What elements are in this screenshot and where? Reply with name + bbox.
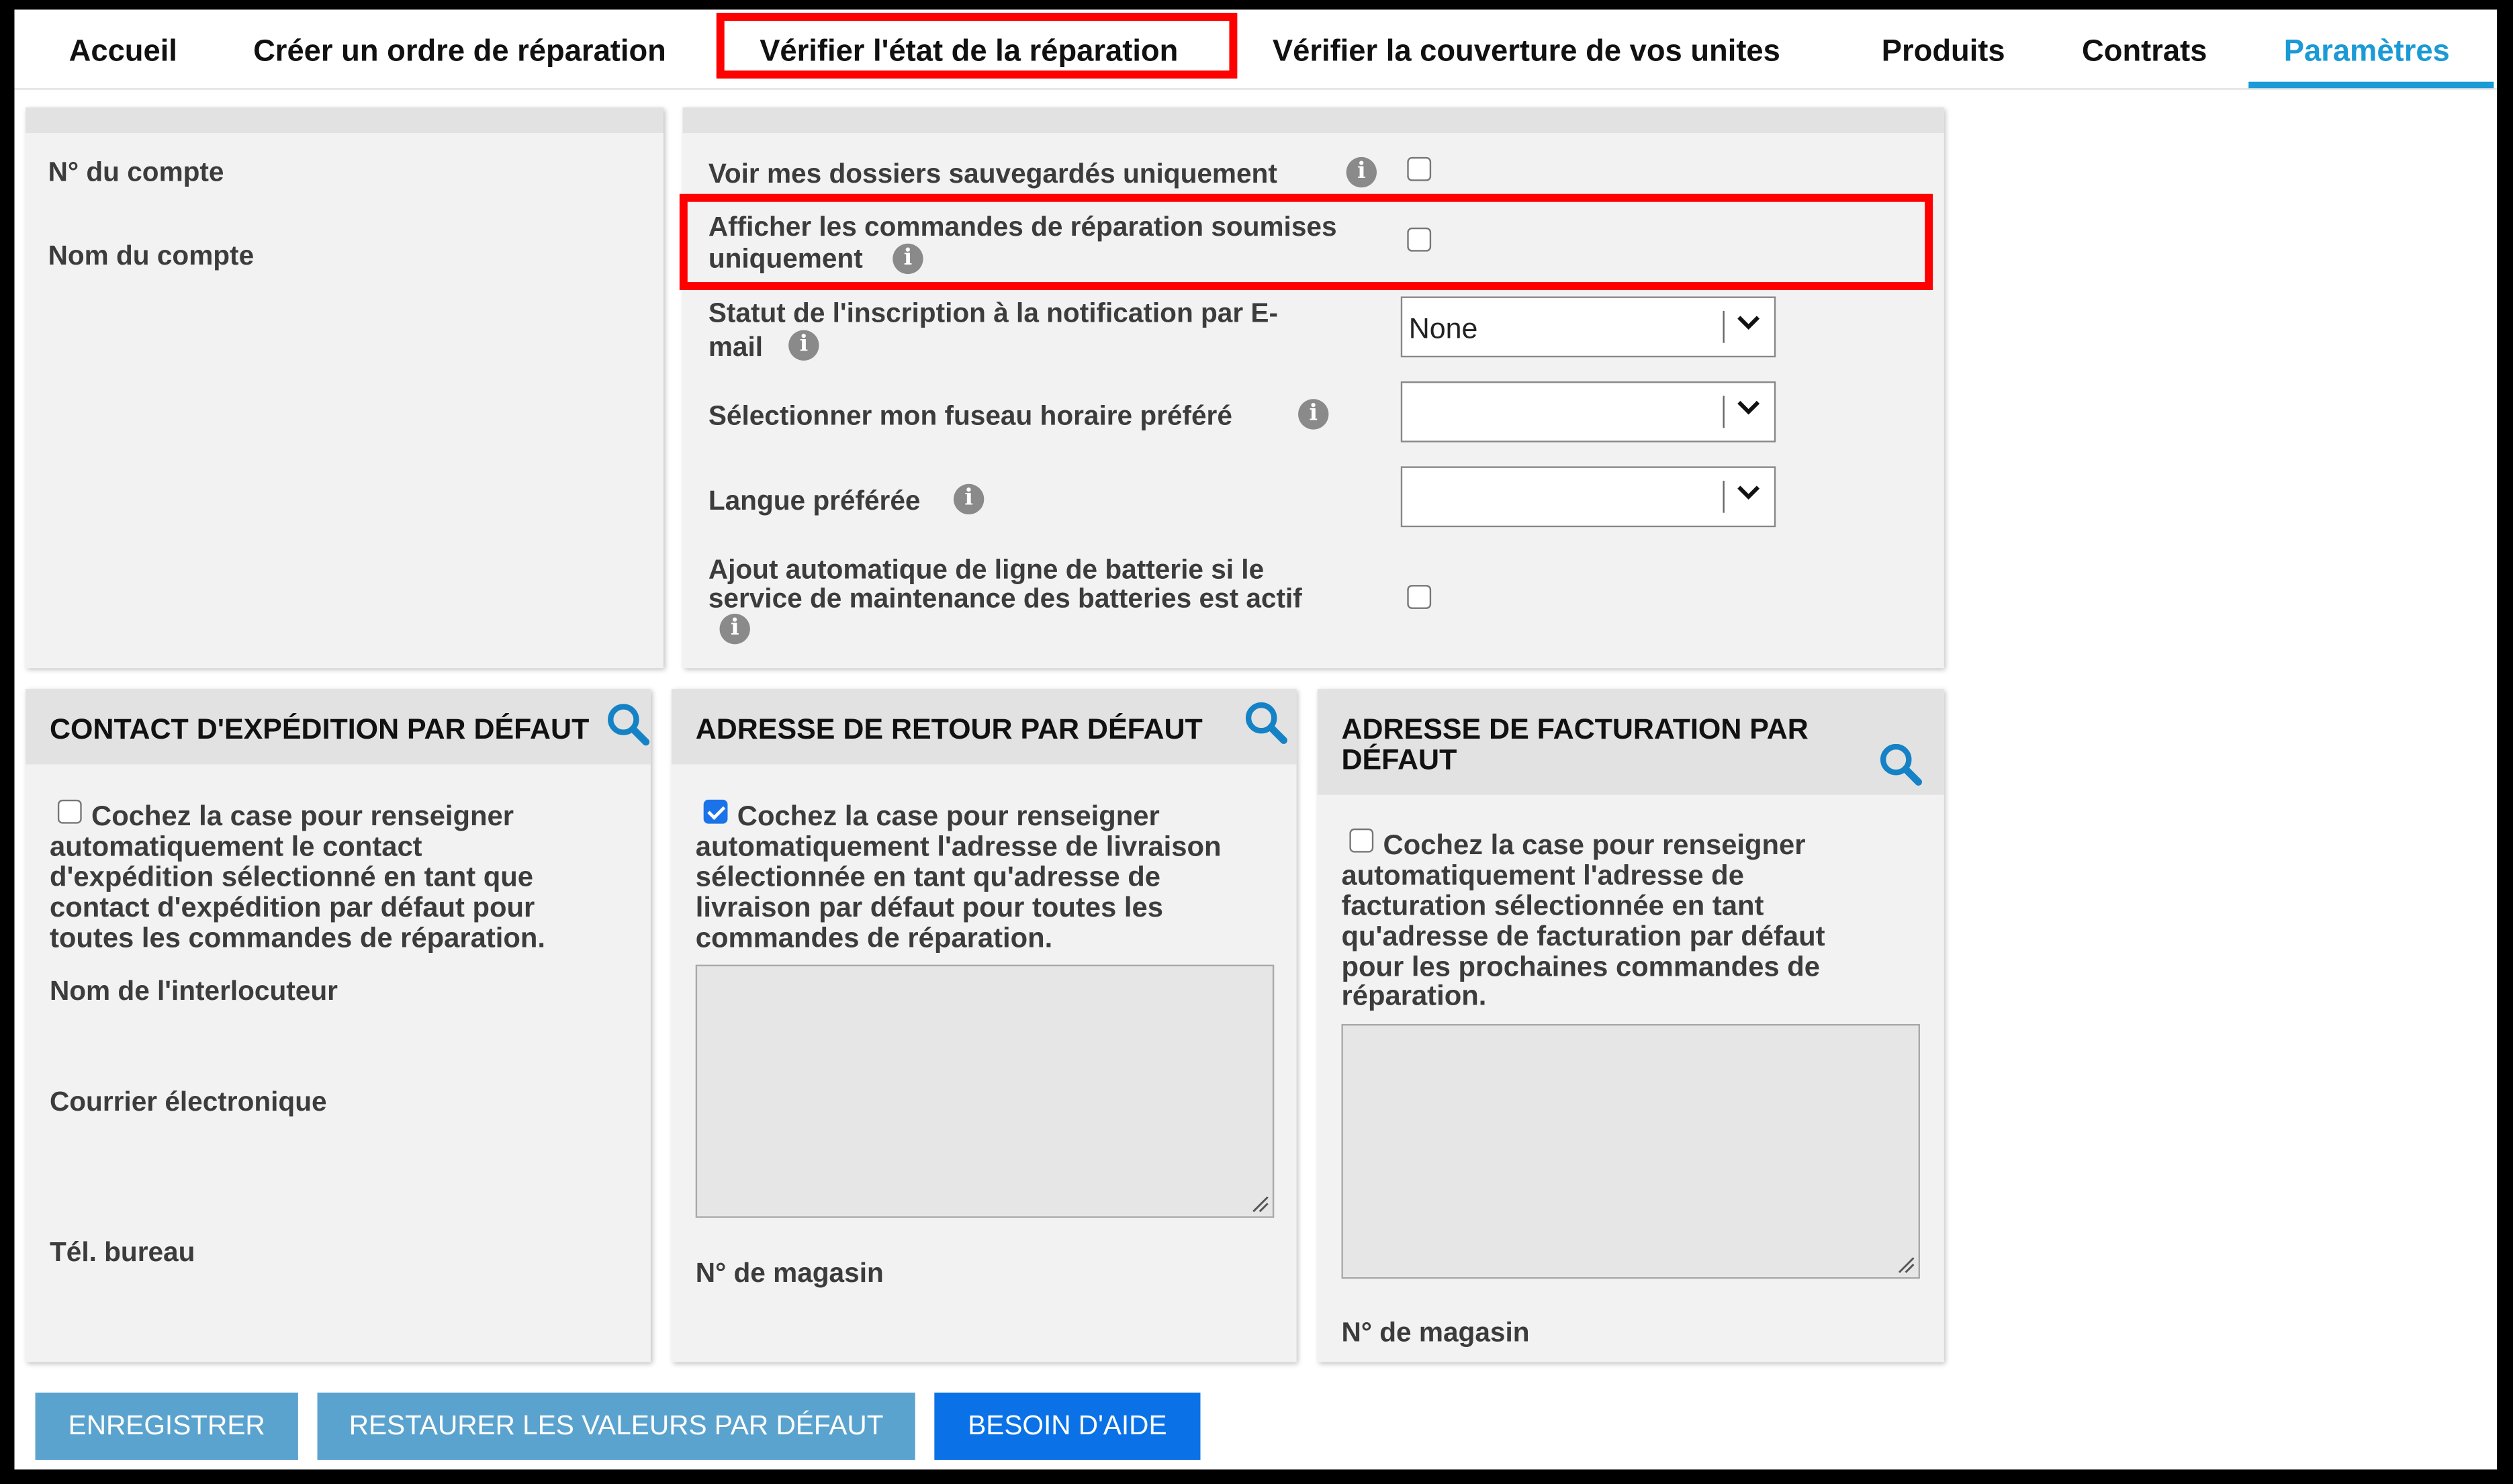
search-icon[interactable] [1244, 700, 1289, 745]
info-icon[interactable]: i [788, 330, 819, 361]
tab-divider [14, 88, 2498, 90]
account-panel-header [26, 107, 664, 134]
preferences-panel: Voir mes dossiers sauvegardés uniquement… [682, 107, 1944, 669]
settings-page: Accueil Créer un ordre de réparation Vér… [14, 9, 2498, 1470]
return-address-textarea[interactable] [695, 964, 1275, 1218]
timezone-label: Sélectionner mon fuseau horaire préféré [708, 400, 1232, 431]
select-divider [1723, 480, 1725, 513]
screenshot-canvas: Accueil Créer un ordre de réparation Vér… [0, 0, 2513, 1484]
return-desc-line: sélectionnée en tant qu'adresse de [695, 860, 1161, 893]
help-button[interactable]: BESOIN D'AIDE [934, 1392, 1201, 1460]
chevron-down-icon [1737, 316, 1760, 330]
tab-accueil[interactable]: Accueil [69, 36, 177, 71]
billing-default-checkbox[interactable] [1349, 828, 1374, 853]
return-desc-line: commandes de réparation. [695, 921, 1053, 954]
info-icon[interactable]: i [719, 614, 750, 645]
billing-address-title-line2: DÉFAUT [1341, 743, 1457, 776]
saved-only-label: Voir mes dossiers sauvegardés uniquement [708, 158, 1277, 189]
account-panel: N° du compte Nom du compte [26, 107, 664, 669]
billing-desc-line: facturation sélectionnée en tant [1341, 889, 1764, 922]
billing-address-title-line1: ADRESSE DE FACTURATION PAR [1341, 712, 1809, 745]
shipping-default-checkbox[interactable] [57, 799, 82, 824]
info-icon[interactable]: i [1346, 156, 1377, 188]
info-icon[interactable]: i [1298, 399, 1329, 430]
resize-grip-icon[interactable] [1250, 1194, 1269, 1213]
billing-desc-line: Cochez la case pour renseigner [1383, 828, 1806, 861]
shipping-desc-line: toutes les commandes de réparation. [49, 921, 546, 954]
info-icon[interactable]: i [953, 483, 985, 515]
battery-label-line1: Ajout automatique de ligne de batterie s… [708, 554, 1265, 586]
email-label: Courrier électronique [49, 1086, 327, 1117]
email-status-label-line2: mail [708, 332, 764, 363]
shipping-contact-panel: CONTACT D'EXPÉDITION PAR DÉFAUT Cochez l… [26, 689, 651, 1362]
highlight-box-tab [716, 13, 1238, 79]
tab-check-coverage[interactable]: Vérifier la couverture de vos unites [1273, 36, 1780, 71]
return-desc-line: livraison par défaut pour toutes les [695, 890, 1163, 923]
chevron-down-icon [1737, 485, 1760, 500]
email-status-select[interactable]: None [1400, 296, 1776, 358]
return-address-title: ADRESSE DE RETOUR PAR DÉFAUT [695, 712, 1203, 745]
shipping-desc-line: Cochez la case pour renseigner [91, 799, 514, 832]
select-divider [1723, 310, 1725, 343]
return-address-panel: ADRESSE DE RETOUR PAR DÉFAUT Cochez la c… [671, 689, 1297, 1362]
return-desc-line: Cochez la case pour renseigner [737, 799, 1160, 832]
billing-desc-line: réparation. [1341, 979, 1487, 1011]
billing-address-textarea[interactable] [1341, 1023, 1921, 1279]
shipping-desc-line: d'expédition sélectionné en tant que [49, 860, 534, 893]
select-divider [1723, 396, 1725, 428]
chevron-down-icon [1737, 400, 1760, 415]
resize-grip-icon[interactable] [1896, 1255, 1915, 1274]
contact-name-label: Nom de l'interlocuteur [49, 976, 338, 1007]
tab-settings[interactable]: Paramètres [2284, 36, 2450, 71]
billing-address-panel: ADRESSE DE FACTURATION PAR DÉFAUT Cochez… [1317, 689, 1944, 1362]
email-status-label-line1: Statut de l'inscription à la notificatio… [708, 297, 1278, 329]
email-status-value: None [1408, 312, 1478, 345]
saved-only-checkbox[interactable] [1407, 156, 1432, 181]
tab-products[interactable]: Produits [1882, 36, 2005, 71]
shipping-desc-line: automatiquement le contact [49, 830, 422, 862]
preferences-panel-header [682, 107, 1944, 134]
office-phone-label: Tél. bureau [49, 1237, 195, 1268]
language-select[interactable] [1400, 466, 1776, 528]
return-address-header: ADRESSE DE RETOUR PAR DÉFAUT [671, 689, 1297, 765]
language-label: Langue préférée [708, 485, 921, 516]
timezone-select[interactable] [1400, 381, 1776, 443]
tab-contracts[interactable]: Contrats [2082, 36, 2207, 71]
billing-desc-line: pour les prochaines commandes de [1341, 950, 1820, 982]
shipping-contact-title: CONTACT D'EXPÉDITION PAR DÉFAUT [49, 712, 590, 745]
account-number-label: N° du compte [48, 156, 224, 188]
active-tab-indicator [2248, 81, 2494, 89]
tab-create-repair-order[interactable]: Créer un ordre de réparation [253, 36, 666, 71]
store-number-label: N° de magasin [1341, 1317, 1530, 1348]
highlight-box-submitted-only [679, 193, 1933, 290]
shipping-contact-header: CONTACT D'EXPÉDITION PAR DÉFAUT [26, 689, 651, 765]
battery-auto-add-checkbox[interactable] [1407, 585, 1432, 609]
shipping-desc-line: contact d'expédition par défaut pour [49, 890, 535, 923]
return-default-checkbox[interactable] [703, 799, 728, 824]
billing-address-header: ADRESSE DE FACTURATION PAR DÉFAUT [1317, 689, 1944, 795]
account-name-label: Nom du compte [48, 240, 255, 271]
search-icon[interactable] [606, 702, 651, 747]
save-button[interactable]: ENREGISTRER [35, 1392, 298, 1460]
billing-desc-line: qu'adresse de facturation par défaut [1341, 919, 1825, 952]
store-number-label: N° de magasin [695, 1258, 884, 1289]
billing-desc-line: automatiquement l'adresse de [1341, 859, 1744, 891]
return-desc-line: automatiquement l'adresse de livraison [695, 830, 1222, 862]
battery-label-line2: service de maintenance des batteries est… [708, 583, 1302, 614]
search-icon[interactable] [1878, 742, 1923, 787]
restore-defaults-button[interactable]: RESTAURER LES VALEURS PAR DÉFAUT [317, 1392, 915, 1460]
